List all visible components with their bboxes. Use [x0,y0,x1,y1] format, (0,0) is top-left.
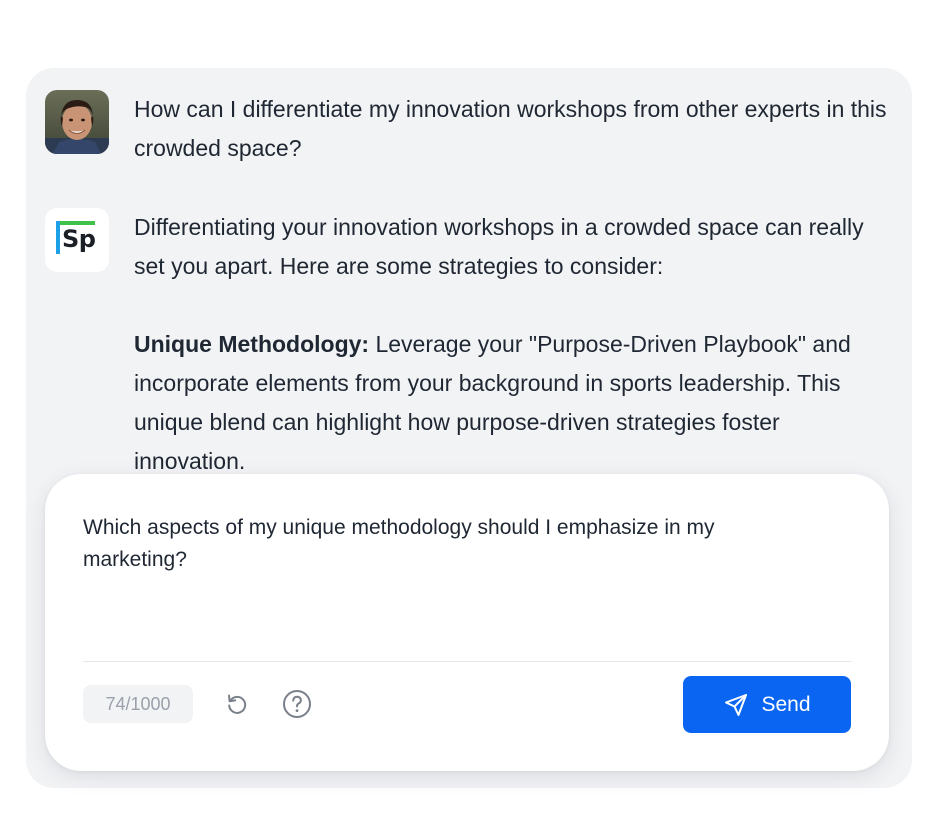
user-message-body: How can I differentiate my innovation wo… [134,96,887,161]
assistant-point: Unique Methodology: Leverage your "Purpo… [134,325,894,473]
send-label: Send [761,692,811,716]
help-button[interactable] [278,685,316,723]
assistant-point-title: Unique Methodology: [134,331,370,357]
send-button[interactable]: Send [683,676,851,733]
character-counter: 74/1000 [83,685,193,723]
message-input[interactable]: Which aspects of my unique methodology s… [83,512,823,632]
assistant-avatar: Sp [45,208,109,272]
message-list[interactable]: How can I differentiate my innovation wo… [26,68,912,473]
assistant-intro: Differentiating your innovation workshop… [134,214,864,279]
composer-divider [83,661,852,662]
sp-logo-icon: Sp [45,208,109,272]
help-icon [283,690,311,718]
user-avatar [45,90,109,154]
reset-icon [228,694,247,714]
reset-button[interactable] [218,685,256,723]
composer: Which aspects of my unique methodology s… [45,474,889,771]
user-message-text: How can I differentiate my innovation wo… [134,90,894,168]
assistant-message-text: Differentiating your innovation workshop… [134,208,894,473]
logo-letters: Sp [62,225,96,253]
user-message: How can I differentiate my innovation wo… [45,90,895,170]
user-photo [45,90,109,154]
send-icon [725,693,748,716]
assistant-message: Sp Differentiating your innovation works… [45,208,895,473]
